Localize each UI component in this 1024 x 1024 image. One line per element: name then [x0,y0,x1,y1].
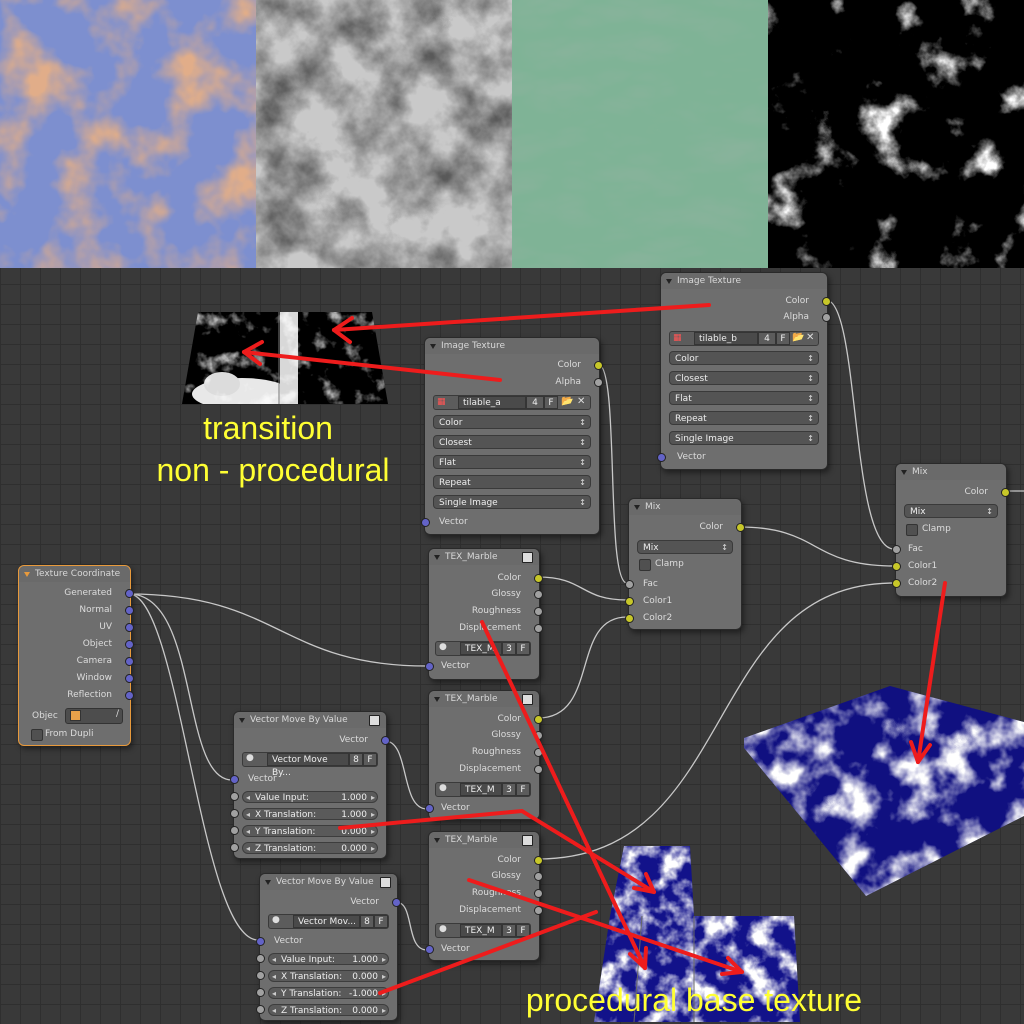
annotation-non-procedural: non - procedural [156,452,390,488]
annotation-transition: transition [203,410,333,446]
annotation-arrows [242,303,947,995]
annotation-procedural-base: procedural base texture [525,982,863,1018]
